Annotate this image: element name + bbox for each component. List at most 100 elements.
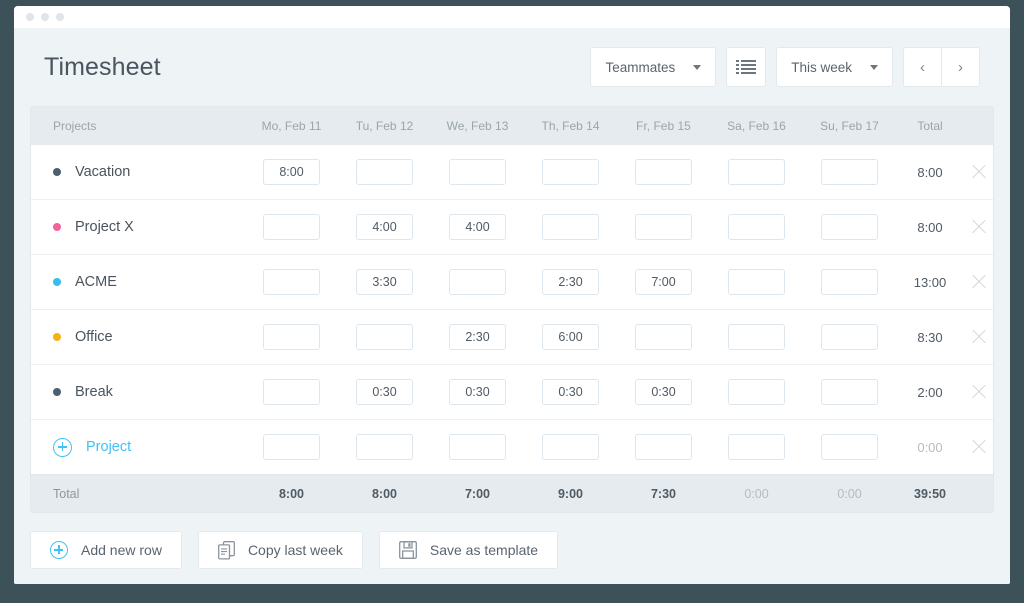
time-input[interactable] — [728, 434, 785, 460]
add-new-row-button[interactable]: Add new row — [30, 531, 182, 569]
time-cell — [524, 379, 617, 405]
plus-circle-icon — [53, 438, 72, 457]
add-row-delete-cell — [964, 436, 993, 458]
time-input[interactable] — [263, 324, 320, 350]
project-color-dot — [53, 223, 61, 231]
time-input[interactable] — [728, 379, 785, 405]
project-cell[interactable]: Office — [31, 329, 245, 345]
time-input[interactable] — [821, 379, 878, 405]
time-input[interactable] — [263, 159, 320, 185]
time-input[interactable] — [635, 324, 692, 350]
table-footer-row: Total 8:00 8:00 7:00 9:00 7:30 0:00 0:00… — [31, 474, 993, 512]
time-input[interactable] — [821, 434, 878, 460]
time-input[interactable] — [263, 379, 320, 405]
chevron-down-icon — [870, 65, 878, 70]
project-color-dot — [53, 168, 61, 176]
time-cell — [710, 269, 803, 295]
time-input[interactable] — [542, 214, 599, 240]
close-icon[interactable] — [968, 161, 990, 183]
footer-total-day-3: 9:00 — [524, 487, 617, 501]
column-header-total: Total — [896, 119, 964, 133]
project-color-dot — [53, 278, 61, 286]
time-cell — [617, 159, 710, 185]
close-icon[interactable] — [968, 271, 990, 293]
time-input[interactable] — [449, 269, 506, 295]
close-icon[interactable] — [968, 381, 990, 403]
time-input[interactable] — [635, 159, 692, 185]
row-total: 2:00 — [896, 385, 964, 400]
row-delete-cell — [964, 216, 993, 238]
time-input[interactable] — [449, 379, 506, 405]
time-input[interactable] — [821, 159, 878, 185]
copy-document-icon — [218, 541, 235, 560]
table-row: ACME 13:00 — [31, 255, 993, 310]
window-close-dot[interactable] — [26, 13, 34, 21]
close-icon[interactable] — [968, 326, 990, 348]
close-icon[interactable] — [968, 216, 990, 238]
row-total: 13:00 — [896, 275, 964, 290]
plus-circle-icon — [50, 541, 68, 559]
time-input[interactable] — [542, 269, 599, 295]
footer-grand-total: 39:50 — [896, 487, 964, 501]
time-input[interactable] — [728, 159, 785, 185]
time-input[interactable] — [821, 214, 878, 240]
add-row-cell-5 — [710, 434, 803, 460]
time-input[interactable] — [356, 434, 413, 460]
time-input[interactable] — [449, 159, 506, 185]
add-project-cell[interactable]: Project — [31, 438, 245, 457]
column-header-day-4: Fr, Feb 15 — [617, 119, 710, 133]
close-icon[interactable] — [968, 436, 990, 458]
time-input[interactable] — [635, 434, 692, 460]
copy-last-week-button[interactable]: Copy last week — [198, 531, 363, 569]
period-dropdown[interactable]: This week — [776, 47, 893, 87]
time-input[interactable] — [356, 159, 413, 185]
time-input[interactable] — [728, 214, 785, 240]
time-cell — [617, 379, 710, 405]
time-input[interactable] — [263, 269, 320, 295]
row-delete-cell — [964, 326, 993, 348]
teammates-dropdown[interactable]: Teammates — [590, 47, 716, 87]
time-input[interactable] — [356, 379, 413, 405]
prev-week-button[interactable]: ‹ — [903, 47, 942, 87]
time-input[interactable] — [542, 159, 599, 185]
time-input[interactable] — [356, 269, 413, 295]
time-input[interactable] — [542, 324, 599, 350]
time-input[interactable] — [449, 324, 506, 350]
time-input[interactable] — [635, 214, 692, 240]
project-cell[interactable]: ACME — [31, 274, 245, 290]
footer-total-day-6: 0:00 — [803, 487, 896, 501]
time-cell — [431, 379, 524, 405]
project-cell[interactable]: Project X — [31, 219, 245, 235]
time-input[interactable] — [356, 324, 413, 350]
footer-total-day-0: 8:00 — [245, 487, 338, 501]
time-cell — [524, 324, 617, 350]
project-cell[interactable]: Vacation — [31, 164, 245, 180]
time-input[interactable] — [449, 434, 506, 460]
time-cell — [710, 214, 803, 240]
time-cell — [803, 379, 896, 405]
project-cell[interactable]: Break — [31, 384, 245, 400]
time-input[interactable] — [635, 379, 692, 405]
time-input[interactable] — [542, 379, 599, 405]
time-input[interactable] — [821, 324, 878, 350]
footer-actions: Add new row Copy last week — [28, 513, 996, 569]
save-as-template-label: Save as template — [430, 542, 538, 558]
time-input[interactable] — [263, 434, 320, 460]
save-as-template-button[interactable]: Save as template — [379, 531, 558, 569]
time-input[interactable] — [635, 269, 692, 295]
time-input[interactable] — [263, 214, 320, 240]
page-title: Timesheet — [44, 53, 161, 82]
next-week-button[interactable]: › — [941, 47, 980, 87]
time-input[interactable] — [728, 324, 785, 350]
time-input[interactable] — [728, 269, 785, 295]
time-cell — [431, 269, 524, 295]
list-view-button[interactable] — [726, 47, 766, 87]
time-input[interactable] — [449, 214, 506, 240]
add-row-cell-4 — [617, 434, 710, 460]
time-input[interactable] — [356, 214, 413, 240]
time-cell — [803, 269, 896, 295]
window-maximize-dot[interactable] — [56, 13, 64, 21]
time-input[interactable] — [542, 434, 599, 460]
time-input[interactable] — [821, 269, 878, 295]
window-minimize-dot[interactable] — [41, 13, 49, 21]
